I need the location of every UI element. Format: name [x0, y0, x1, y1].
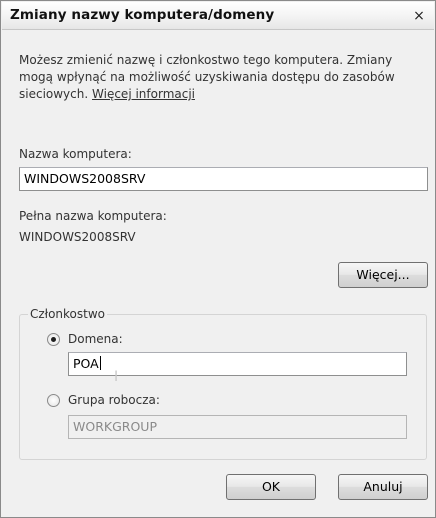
title-bar[interactable]: Zmiany nazwy komputera/domeny × — [2, 2, 434, 30]
close-icon: × — [413, 8, 425, 24]
domain-radio[interactable] — [47, 333, 60, 346]
domain-value: POA — [73, 356, 99, 371]
more-button[interactable]: Więcej... — [338, 262, 428, 288]
radio-selected-dot — [51, 337, 56, 342]
workgroup-input[interactable]: WORKGROUP — [68, 415, 407, 439]
text-caret — [99, 356, 101, 370]
description-text: Możesz zmienić nazwę i członkostwo tego … — [19, 53, 395, 101]
domain-label: Domena: — [68, 332, 123, 346]
workgroup-value: WORKGROUP — [73, 419, 157, 434]
membership-legend: Członkostwo — [28, 307, 108, 321]
workgroup-radio[interactable] — [47, 394, 60, 407]
computer-name-input[interactable]: WINDOWS2008SRV — [19, 167, 428, 191]
ibeam-cursor-icon: I — [114, 369, 119, 385]
rename-computer-dialog: Zmiany nazwy komputera/domeny × Możesz z… — [0, 0, 436, 518]
ok-button[interactable]: OK — [226, 474, 316, 500]
computer-name-label: Nazwa komputera: — [19, 147, 132, 161]
computer-name-value: WINDOWS2008SRV — [24, 171, 146, 186]
cancel-button[interactable]: Anuluj — [338, 474, 428, 500]
close-button[interactable]: × — [410, 8, 428, 24]
membership-group: Członkostwo Domena: POA Grupa robocza: W… — [19, 307, 427, 460]
workgroup-label: Grupa robocza: — [68, 393, 160, 407]
description: Możesz zmienić nazwę i członkostwo tego … — [19, 52, 424, 103]
dialog-content: Możesz zmienić nazwę i członkostwo tego … — [1, 31, 435, 517]
full-name-label: Pełna nazwa komputera: — [19, 209, 167, 223]
more-info-link[interactable]: Więcej informacji — [92, 87, 195, 101]
full-name-value: WINDOWS2008SRV — [19, 230, 136, 244]
dialog-title: Zmiany nazwy komputera/domeny — [10, 7, 275, 23]
